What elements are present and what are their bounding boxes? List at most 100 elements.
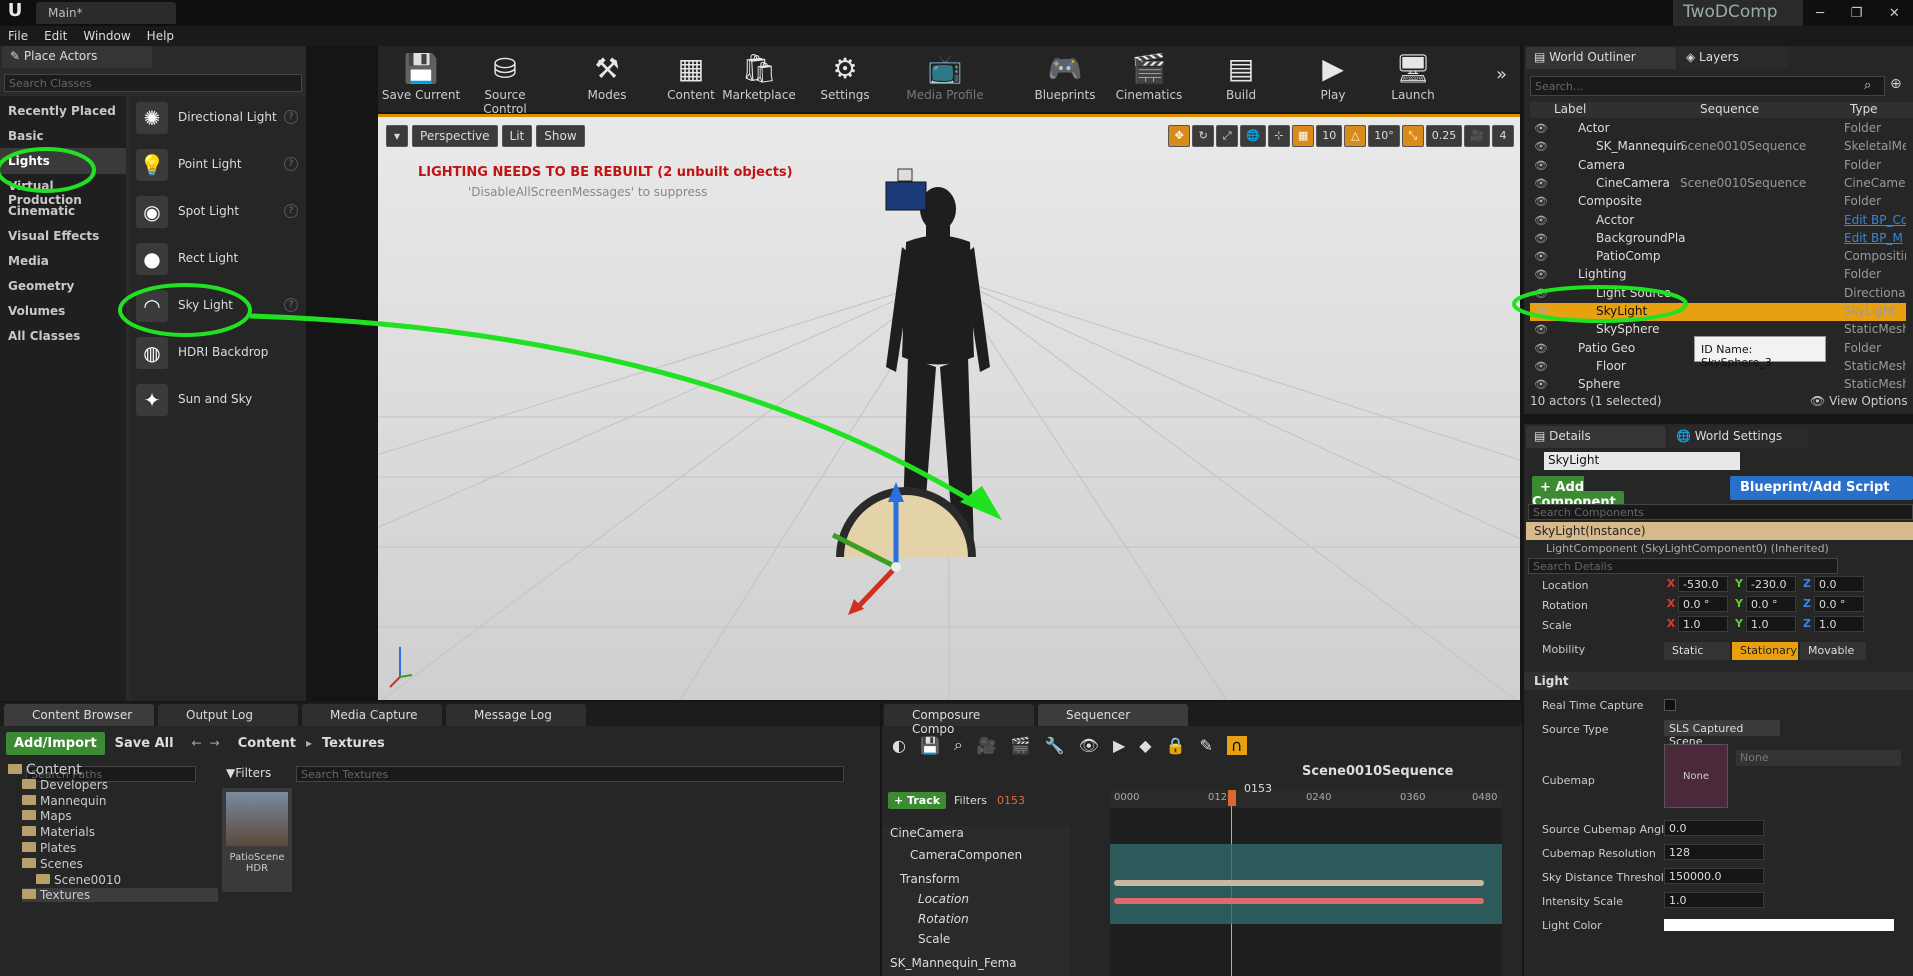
settings-button[interactable]: ⚙ Settings (802, 50, 888, 110)
add-component-button[interactable]: + Add Component (1524, 476, 1674, 514)
actor-sky-light[interactable]: ◠ Sky Light ? (130, 284, 306, 328)
show-button[interactable]: Show (536, 125, 585, 147)
scale-z-field[interactable]: 1.0 (1814, 616, 1864, 632)
world-space-icon[interactable]: 🌐 (1240, 125, 1266, 147)
minimize-icon[interactable]: ─ (1816, 6, 1824, 21)
mobility-stationary-button[interactable]: Stationary (1732, 642, 1798, 660)
actor-point-light[interactable]: 💡 Point Light ? (130, 143, 306, 187)
visibility-eye-icon[interactable]: 👁 (1534, 323, 1548, 336)
surface-snap-icon[interactable]: ⊹ (1267, 125, 1290, 147)
scale-x-field[interactable]: 1.0 (1678, 616, 1728, 632)
help-icon[interactable]: ? (284, 298, 298, 312)
rotation-keys-bar[interactable] (1114, 898, 1484, 904)
tab-media-capture[interactable]: Media Capture (302, 704, 442, 726)
rotate-tool-icon[interactable]: ↻ (1192, 125, 1215, 147)
outliner-row[interactable]: 👁 SK_Mannequin Scene0010Sequence SkeletalMe (1530, 138, 1906, 156)
tab-details[interactable]: ▤ Details (1526, 426, 1666, 448)
search-details-input[interactable]: Search Details (1528, 558, 1838, 574)
tab-world-outliner[interactable]: ▤ World Outliner (1526, 47, 1676, 69)
mobility-static-button[interactable]: Static (1664, 642, 1730, 660)
column-type[interactable]: Type (1850, 102, 1878, 116)
source-control-button[interactable]: ⛁ Source Control (462, 50, 548, 116)
folder-tree-item[interactable]: Materials (22, 825, 95, 839)
visibility-eye-icon[interactable]: 👁 (1534, 250, 1548, 263)
category-basic[interactable]: Basic (0, 123, 126, 149)
category-volumes[interactable]: Volumes (0, 298, 126, 324)
edit-icon[interactable]: ✎ (1199, 736, 1212, 755)
category-lights[interactable]: Lights (0, 148, 126, 174)
visibility-eye-icon[interactable]: 👁 (1534, 159, 1548, 172)
actor-rect-light[interactable]: ● Rect Light (130, 237, 306, 281)
component-instance-row[interactable]: SkyLight(Instance) (1526, 522, 1913, 540)
visibility-eye-icon[interactable]: 👁 (1534, 378, 1548, 391)
tab-output-log[interactable]: Output Log (158, 704, 298, 726)
playhead-handle[interactable] (1228, 790, 1236, 806)
media-profile-button[interactable]: 📺 Media Profile (902, 50, 988, 110)
sequencer-track[interactable]: Scale (882, 932, 1070, 952)
category-visual-effects[interactable]: Visual Effects (0, 223, 126, 249)
cubemap-dropdown[interactable]: None (1736, 750, 1901, 766)
add-import-button[interactable]: Add/Import (6, 731, 105, 755)
visibility-eye-icon[interactable]: 👁 (1534, 122, 1548, 135)
outliner-row[interactable]: 👁 Acctor Edit BP_Co (1530, 212, 1906, 230)
sequence-name[interactable]: Scene0010Sequence (1302, 764, 1453, 779)
tab-layers[interactable]: ◈ Layers (1678, 47, 1788, 69)
location-x-field[interactable]: -530.0 (1678, 576, 1728, 592)
real-time-capture-checkbox[interactable] (1664, 699, 1676, 711)
camera-speed-value[interactable]: 4 (1492, 125, 1514, 147)
grid-snap-icon[interactable]: ▦ (1291, 125, 1315, 147)
visibility-eye-icon[interactable]: 👁 (1534, 232, 1548, 245)
sequencer-track[interactable]: Location (882, 892, 1070, 912)
sequencer-track[interactable]: CameraComponen (882, 848, 1070, 868)
outliner-row[interactable]: 👁 CineCamera Scene0010Sequence CineCamer (1530, 175, 1906, 193)
visibility-eye-icon[interactable]: 👁 (1534, 305, 1548, 318)
rotation-snap-icon[interactable]: △ (1344, 125, 1367, 147)
sequencer-track[interactable]: CineCamera (882, 826, 1070, 846)
light-color-swatch[interactable] (1664, 919, 1894, 931)
cubemap-resolution-field[interactable]: 128 (1664, 844, 1764, 860)
tab-composure[interactable]: Composure Compo (884, 704, 1034, 736)
rotation-x-field[interactable]: 0.0 ° (1678, 596, 1728, 612)
marketplace-button[interactable]: 🛍 Marketplace (716, 50, 802, 110)
location-y-field[interactable]: -230.0 (1746, 576, 1796, 592)
world-icon[interactable]: ◐ (892, 736, 906, 755)
menu-file[interactable]: File (0, 29, 36, 43)
viewport-menu-icon[interactable]: ▾ (386, 125, 409, 147)
visibility-eye-icon[interactable]: 👁 (1534, 360, 1548, 373)
outliner-row-type[interactable]: Edit BP_Co (1844, 213, 1906, 227)
column-sequence[interactable]: Sequence (1700, 102, 1759, 116)
render-icon[interactable]: 🎬 (1011, 736, 1031, 755)
grid-snap-value[interactable]: 10 (1316, 125, 1343, 147)
frame-field[interactable]: 0153 (997, 794, 1025, 807)
document-tab[interactable]: Main* (36, 2, 176, 24)
add-track-button[interactable]: + Track (888, 791, 947, 809)
toolbar-overflow-icon[interactable]: » (1496, 64, 1507, 85)
tools-icon[interactable]: 🔧 (1045, 736, 1065, 755)
outliner-row[interactable]: 👁 SkyLight SkyLight (1530, 303, 1906, 321)
help-icon[interactable]: ? (284, 157, 298, 171)
light-section-header[interactable]: Light (1524, 672, 1913, 690)
build-button[interactable]: ▤ Build (1198, 50, 1284, 110)
rotation-y-field[interactable]: 0.0 ° (1746, 596, 1796, 612)
lit-button[interactable]: Lit (501, 125, 533, 147)
outliner-row[interactable]: 👁 Actor Folder (1530, 120, 1906, 138)
view-icon[interactable]: 👁 (1079, 736, 1099, 755)
category-cinematic[interactable]: Cinematic (0, 198, 126, 224)
level-viewport[interactable]: ▾ Perspective Lit Show ✥ ↻ ⤢ 🌐 ⊹ ▦ 10 △ … (378, 114, 1520, 700)
outliner-row[interactable]: 👁 Light Source Directional (1530, 285, 1906, 303)
mobility-movable-button[interactable]: Movable (1800, 642, 1866, 660)
visibility-eye-icon[interactable]: 👁 (1534, 177, 1548, 190)
outliner-row[interactable]: 👁 PatioComp Compositin (1530, 248, 1906, 266)
help-icon[interactable]: ? (284, 110, 298, 124)
outliner-row[interactable]: 👁 Camera Folder (1530, 157, 1906, 175)
asset-tile[interactable]: PatioScene HDR (222, 788, 292, 892)
snap-icon[interactable]: ∩ (1226, 735, 1247, 755)
actor-name-input[interactable]: SkyLight (1544, 452, 1740, 470)
rotation-z-field[interactable]: 0.0 ° (1814, 596, 1864, 612)
translate-tool-icon[interactable]: ✥ (1168, 125, 1191, 147)
blueprint-add-script-button[interactable]: Blueprint/Add Script (1730, 476, 1913, 500)
column-label[interactable]: Label (1554, 102, 1586, 116)
tab-world-settings[interactable]: 🌐 World Settings (1668, 426, 1808, 448)
folder-tree-item[interactable]: Content (8, 762, 82, 778)
visibility-eye-icon[interactable]: 👁 (1534, 195, 1548, 208)
